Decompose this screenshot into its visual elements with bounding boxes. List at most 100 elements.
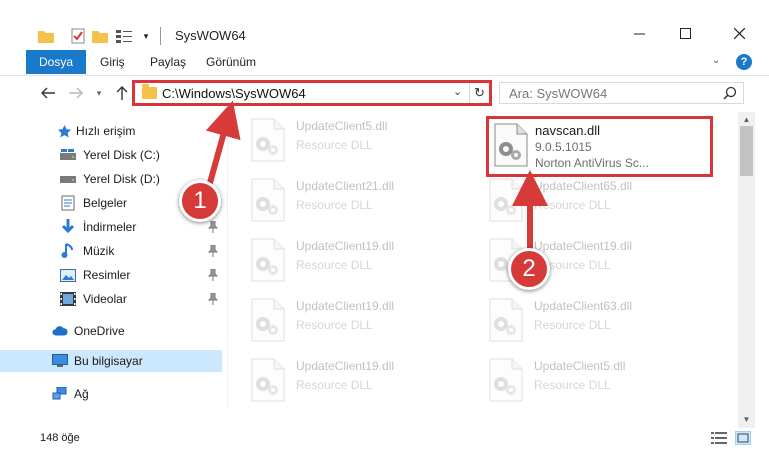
dll-file-icon bbox=[488, 298, 524, 342]
file-version: 9.0.5.1015 bbox=[535, 140, 592, 154]
search-icon[interactable] bbox=[723, 86, 737, 100]
sidebar-item-label: Yerel Disk (D:) bbox=[83, 172, 160, 186]
sidebar-item-label: İndirmeler bbox=[83, 220, 137, 234]
sidebar-item-label: Hızlı erişim bbox=[76, 124, 136, 138]
tab-share[interactable]: Paylaş bbox=[150, 55, 186, 69]
file-item[interactable]: UpdateClient5.dll Resource DLL bbox=[250, 116, 480, 170]
scroll-up-icon[interactable]: ▲ bbox=[738, 112, 755, 126]
file-name: navscan.dll bbox=[535, 123, 601, 138]
drive-icon bbox=[60, 147, 76, 163]
close-icon bbox=[733, 27, 745, 42]
file-item-navscan[interactable]: navscan.dll 9.0.5.1015 Norton AntiVirus … bbox=[486, 116, 713, 177]
sidebar-item-quick-access[interactable]: Hızlı erişim bbox=[0, 120, 222, 142]
pin-icon[interactable] bbox=[207, 220, 219, 233]
address-bar[interactable]: C:\Windows\SysWOW64 ⌄ ↻ bbox=[132, 80, 492, 106]
forward-arrow-icon[interactable] bbox=[66, 82, 86, 104]
file-type: Resource DLL bbox=[296, 258, 373, 272]
pin-icon[interactable] bbox=[207, 268, 219, 281]
view-options-icon[interactable] bbox=[114, 26, 134, 46]
tab-view[interactable]: Görünüm bbox=[206, 55, 256, 69]
pictures-icon bbox=[60, 267, 76, 283]
star-icon bbox=[56, 123, 72, 139]
sidebar-item-label: Müzik bbox=[83, 244, 115, 258]
file-company: Norton AntiVirus Sc... bbox=[535, 156, 649, 170]
pin-icon[interactable] bbox=[207, 244, 219, 257]
file-type: Resource DLL bbox=[296, 198, 373, 212]
file-item[interactable]: UpdateClient5.dll Resource DLL bbox=[488, 356, 718, 410]
details-view-icon[interactable] bbox=[711, 431, 727, 445]
close-button[interactable] bbox=[716, 22, 762, 48]
sidebar-item-label: Ağ bbox=[74, 387, 89, 401]
sidebar-item-label: Resimler bbox=[83, 268, 131, 282]
search-box[interactable]: Ara: SysWOW64 bbox=[499, 82, 744, 104]
new-folder-icon[interactable] bbox=[92, 26, 108, 46]
dll-file-icon bbox=[250, 178, 286, 222]
sidebar-item-drive-c[interactable]: Yerel Disk (C:) bbox=[0, 144, 222, 166]
maximize-icon bbox=[679, 28, 691, 42]
search-input[interactable]: Ara: SysWOW64 bbox=[509, 86, 607, 101]
dll-file-icon bbox=[250, 358, 286, 402]
help-icon[interactable]: ? bbox=[736, 54, 752, 70]
minimize-icon bbox=[633, 28, 645, 42]
file-name: UpdateClient65.dll bbox=[534, 179, 633, 193]
pin-icon[interactable] bbox=[207, 292, 219, 305]
music-icon bbox=[60, 243, 76, 259]
tab-file[interactable]: Dosya bbox=[26, 50, 86, 74]
recent-locations-chevron-icon[interactable]: ▾ bbox=[92, 82, 106, 104]
folder-icon bbox=[142, 84, 157, 99]
status-bar bbox=[0, 428, 769, 450]
vertical-scrollbar[interactable]: ▲ ▼ bbox=[738, 112, 755, 428]
sidebar-item-music[interactable]: Müzik bbox=[0, 240, 222, 262]
back-arrow-icon[interactable] bbox=[38, 82, 58, 104]
dll-file-icon bbox=[250, 238, 286, 282]
documents-icon bbox=[60, 195, 76, 211]
title-bar: ▾ SysWOW64 bbox=[0, 0, 769, 48]
file-name: UpdateClient19.dll bbox=[296, 359, 395, 373]
file-type: Resource DLL bbox=[296, 318, 373, 332]
file-item[interactable]: UpdateClient19.dll Resource DLL bbox=[250, 296, 480, 350]
file-item[interactable]: UpdateClient65.dll Resource DLL bbox=[488, 176, 718, 230]
dll-file-icon bbox=[493, 123, 529, 167]
scroll-down-icon[interactable]: ▼ bbox=[738, 412, 755, 426]
expand-ribbon-chevron-icon[interactable]: ⌄ bbox=[712, 55, 720, 66]
sidebar-item-network[interactable]: Ağ bbox=[0, 383, 222, 405]
drive-icon bbox=[60, 171, 76, 187]
customize-toolbar-chevron-icon[interactable]: ▾ bbox=[140, 26, 152, 46]
up-arrow-icon[interactable] bbox=[112, 82, 132, 104]
sidebar-item-label: Bu bilgisayar bbox=[74, 354, 143, 368]
sidebar-item-downloads[interactable]: İndirmeler bbox=[0, 216, 222, 238]
minimize-button[interactable] bbox=[616, 22, 662, 48]
dll-file-icon bbox=[250, 298, 286, 342]
file-type: Resource DLL bbox=[534, 378, 611, 392]
window-title: SysWOW64 bbox=[175, 28, 246, 43]
sidebar-item-this-pc[interactable]: Bu bilgisayar bbox=[0, 350, 222, 372]
address-path[interactable]: C:\Windows\SysWOW64 bbox=[162, 86, 306, 101]
file-name: UpdateClient5.dll bbox=[534, 359, 626, 373]
pane-divider[interactable] bbox=[227, 112, 228, 408]
callout-badge-2: 2 bbox=[508, 248, 550, 290]
file-item[interactable]: UpdateClient19.dll Resource DLL bbox=[250, 236, 480, 290]
sidebar-item-pictures[interactable]: Resimler bbox=[0, 264, 222, 286]
tab-home[interactable]: Giriş bbox=[100, 55, 125, 69]
sidebar-item-label: OneDrive bbox=[74, 324, 125, 338]
file-name: UpdateClient63.dll bbox=[534, 299, 633, 313]
sidebar-item-videos[interactable]: Videolar bbox=[0, 288, 222, 310]
large-icons-view-icon[interactable] bbox=[735, 431, 751, 445]
scroll-thumb[interactable] bbox=[740, 126, 753, 176]
address-dropdown-chevron-icon[interactable]: ⌄ bbox=[453, 85, 462, 98]
maximize-button[interactable] bbox=[662, 22, 708, 48]
file-type: Resource DLL bbox=[296, 138, 373, 152]
sidebar-item-label: Belgeler bbox=[83, 196, 128, 210]
properties-icon[interactable] bbox=[70, 26, 86, 46]
title-separator bbox=[160, 27, 161, 45]
file-item[interactable]: UpdateClient19.dll Resource DLL bbox=[250, 356, 480, 410]
refresh-icon[interactable]: ↻ bbox=[469, 83, 489, 103]
navigation-pane: Hızlı erişim Yerel Disk (C:) Yerel Disk … bbox=[0, 112, 228, 408]
videos-icon bbox=[60, 291, 76, 307]
sidebar-item-onedrive[interactable]: OneDrive bbox=[0, 320, 222, 342]
file-name: UpdateClient21.dll bbox=[296, 179, 395, 193]
folder-icon bbox=[38, 26, 54, 46]
sidebar-item-label: Videolar bbox=[83, 292, 127, 306]
file-item[interactable]: UpdateClient21.dll Resource DLL bbox=[250, 176, 480, 230]
file-item[interactable]: UpdateClient63.dll Resource DLL bbox=[488, 296, 718, 350]
